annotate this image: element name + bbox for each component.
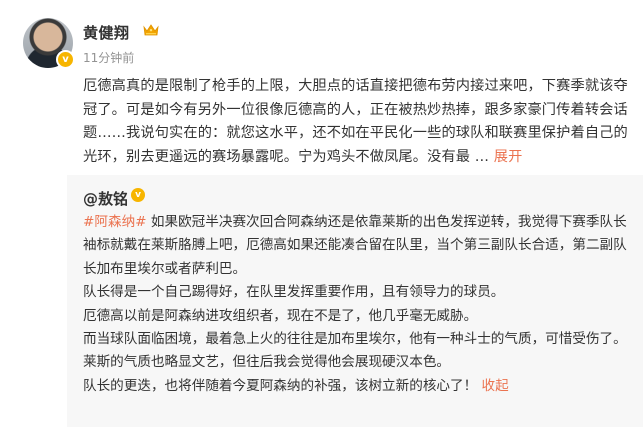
collapse-link[interactable]: 收起 bbox=[482, 378, 509, 394]
avatar[interactable]: v bbox=[23, 18, 75, 69]
repost-paragraph-text: 如果欧冠半决赛次回合阿森纳还是依靠莱斯的出色发挥逆转，我觉得下赛季队长袖标就戴在… bbox=[83, 214, 627, 277]
post-body-text: 厄德高真的是限制了枪手的上限，大胆点的话直接把德布劳内接过来吧，下赛季就该夺冠了… bbox=[83, 78, 628, 165]
expand-link[interactable]: 展开 bbox=[494, 149, 523, 165]
author-name[interactable]: 黄健翔 bbox=[83, 22, 130, 43]
repost-paragraph: 队长的更迭，也将伴随着今夏阿森纳的补强，该树立新的核心了！ 收起 bbox=[83, 375, 631, 398]
post-text: 厄德高真的是限制了枪手的上限，大胆点的话直接把德布劳内接过来吧，下赛季就该夺冠了… bbox=[83, 75, 631, 169]
repost-paragraph: 而当球队面临困境，最着急上火的往往是加布里埃尔，他有一种斗士的气质，可惜受伤了。 bbox=[83, 331, 627, 348]
repost-paragraph: 莱斯的气质也略显文艺，但往后我会觉得他会展现硬汉本色。 bbox=[83, 354, 451, 371]
vip-crown-icon[interactable] bbox=[143, 23, 159, 37]
post-time[interactable]: 11分钟前 bbox=[83, 49, 134, 66]
weibo-post: v 黄健翔 11分钟前 厄德高真的是限制了枪手的上限，大胆点的话直接把德布劳内接… bbox=[0, 0, 643, 427]
verified-badge-icon: v bbox=[56, 50, 75, 69]
repost-paragraph: 厄德高以前是阿森纳进攻组织者，现在不是了，他几乎毫无威胁。 bbox=[83, 307, 478, 324]
repost-card[interactable]: @敖铭 v #阿森纳# 如果欧冠半决赛次回合阿森纳还是依靠莱斯的出色发挥逆转，我… bbox=[67, 175, 643, 427]
post-header: v 黄健翔 11分钟前 bbox=[17, 14, 617, 74]
repost-paragraph: 队长得是一个自己踢得好，在队里发挥重要作用，且有领导力的球员。 bbox=[83, 284, 505, 301]
repost-author[interactable]: @敖铭 bbox=[83, 188, 128, 209]
repost-text: #阿森纳# 如果欧冠半决赛次回合阿森纳还是依靠莱斯的出色发挥逆转，我觉得下赛季队… bbox=[83, 211, 631, 398]
repost-paragraph-text: 队长的更迭，也将伴随着今夏阿森纳的补强，该树立新的核心了！ bbox=[83, 377, 478, 394]
gold-v-icon: v bbox=[131, 188, 145, 202]
repost-paragraph: #阿森纳# 如果欧冠半决赛次回合阿森纳还是依靠莱斯的出色发挥逆转，我觉得下赛季队… bbox=[83, 211, 631, 281]
hashtag-link[interactable]: #阿森纳# bbox=[83, 214, 147, 230]
